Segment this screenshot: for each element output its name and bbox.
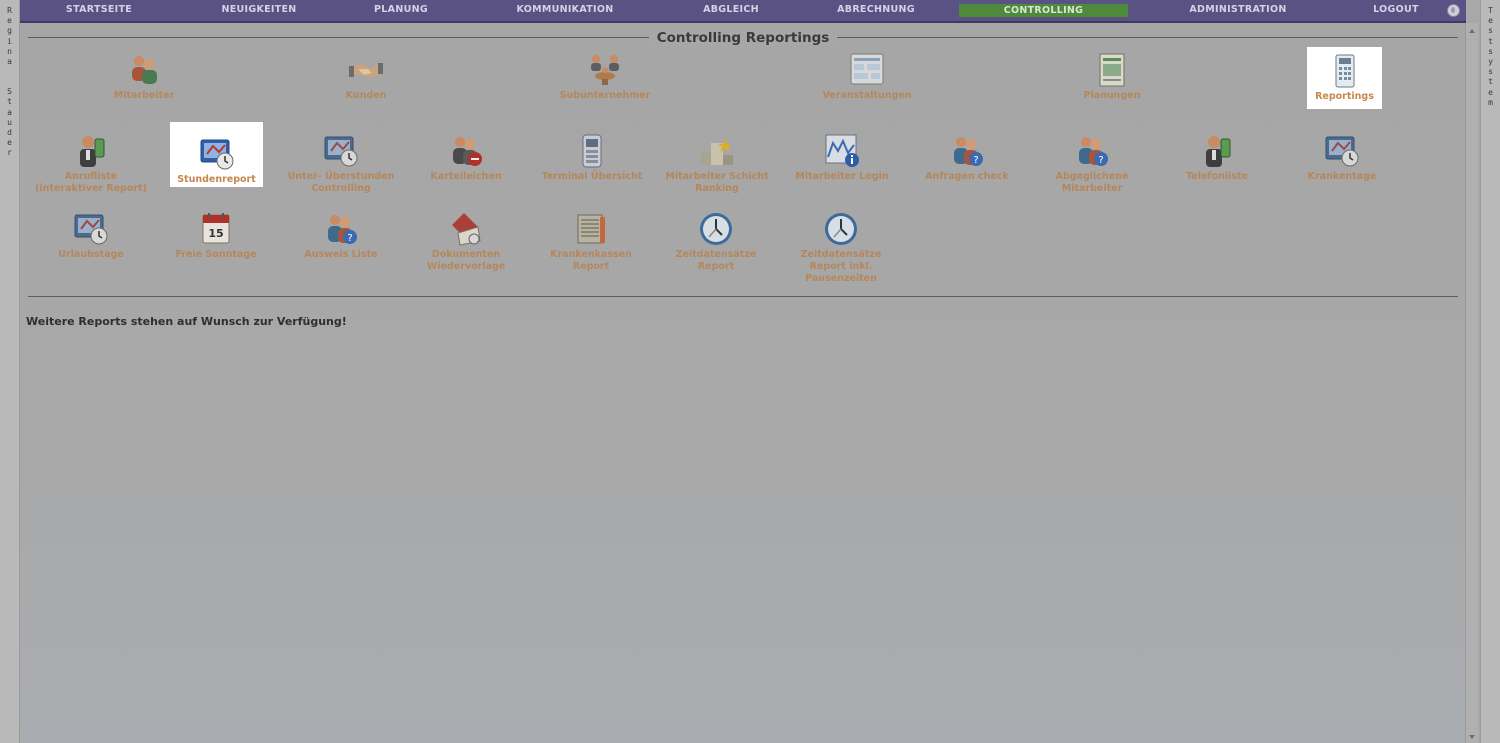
svg-text:?: ? (973, 155, 978, 166)
tile-label: Krankentage (1307, 171, 1377, 182)
tile-label: Anrufliste (interaktiver Report) (35, 171, 147, 194)
terminal-icon (574, 133, 610, 169)
svg-text:?: ? (1098, 155, 1103, 166)
tile-label: Krankenkassen Report (550, 249, 632, 272)
tile-label: Reportings (1315, 91, 1374, 102)
tile-mitarbeiter-login[interactable]: Mitarbeiter Login (792, 133, 892, 183)
monitor-clock-icon (323, 133, 359, 169)
svg-text:15: 15 (208, 227, 223, 240)
tile-mitarbeiter-schicht-ranking[interactable]: Mitarbeiter Schicht Ranking (660, 133, 774, 195)
users-icon (126, 52, 162, 88)
tile-kunden[interactable]: Kunden (321, 52, 411, 102)
monitor-clock-icon (1324, 133, 1360, 169)
tile-anrufliste[interactable]: Anrufliste (interaktiver Report) (32, 133, 150, 195)
section-divider (28, 296, 1458, 297)
nav-abgleich[interactable]: ABGLEICH (681, 3, 781, 17)
scroll-down-icon[interactable] (1469, 735, 1475, 739)
page-title: Controlling Reportings (20, 30, 1466, 46)
tile-label: Stundenreport (177, 174, 256, 185)
nav-administration[interactable]: ADMINISTRATION (1178, 3, 1298, 17)
network-users-icon (587, 52, 623, 88)
nav-abrechnung[interactable]: ABRECHNUNG (826, 3, 926, 17)
tile-label: Freie Sonntage (175, 249, 257, 260)
tile-label: Kunden (345, 90, 387, 101)
users-question-icon: ? (1074, 133, 1110, 169)
vertical-scrollbar[interactable] (1465, 23, 1478, 743)
tile-krankenkassen-report[interactable]: Krankenkassen Report (541, 211, 641, 273)
clock-icon (823, 211, 859, 247)
tile-label: Dokumenten Wiedervorlage (426, 249, 506, 272)
tile-ausweis-liste[interactable]: ? Ausweis Liste (291, 211, 391, 261)
calculator-icon (1327, 53, 1363, 89)
tile-label: Karteileichen (430, 171, 502, 182)
ranking-star-icon (699, 133, 735, 169)
book-stack-icon (573, 211, 609, 247)
tile-label: Mitarbeiter (113, 90, 175, 101)
users-blocked-icon (448, 133, 484, 169)
tile-label: Terminal Übersicht (541, 171, 643, 182)
tile-unter-ueberstunden[interactable]: Unter- Überstunden Controlling (286, 133, 396, 195)
tile-label: Zeitdatensätze Report inkl. Pausenzeiten (800, 249, 882, 284)
globe-icon[interactable] (1447, 4, 1460, 17)
tile-freie-sonntage[interactable]: 15 Freie Sonntage (166, 211, 266, 261)
tile-telefonliste[interactable]: Telefonliste (1167, 133, 1267, 183)
environment-strip: Testsystem (1480, 0, 1500, 743)
tile-label: Mitarbeiter Login (795, 171, 889, 182)
tile-label: Veranstaltungen (822, 90, 912, 101)
nav-kommunikation[interactable]: KOMMUNIKATION (500, 3, 630, 17)
user-name-strip: Regina Stauder (0, 0, 20, 743)
main-content: STARTSEITE NEUIGKEITEN PLANUNG KOMMUNIKA… (20, 0, 1466, 743)
tile-stundenreport[interactable]: Stundenreport (170, 122, 263, 187)
tile-label: Anfragen check (925, 171, 1009, 182)
tile-terminal-uebersicht[interactable]: Terminal Übersicht (538, 133, 646, 183)
monitor-clock-icon (199, 136, 235, 172)
tile-mitarbeiter[interactable]: Mitarbeiter (99, 52, 189, 102)
chart-info-icon (824, 133, 860, 169)
planning-document-icon (1094, 52, 1130, 88)
tile-label: Subunternehmer (559, 90, 651, 101)
phone-man-icon (1199, 133, 1235, 169)
schedule-board-icon (849, 52, 885, 88)
monitor-clock-icon (73, 211, 109, 247)
tile-label: Telefonliste (1186, 171, 1248, 182)
svg-text:?: ? (347, 233, 352, 244)
tile-anfragen-check[interactable]: ? Anfragen check (917, 133, 1017, 183)
tile-label: Unter- Überstunden Controlling (287, 171, 395, 194)
page-title-text: Controlling Reportings (648, 30, 838, 46)
tile-label: Planungen (1083, 90, 1141, 101)
nav-planung[interactable]: PLANUNG (351, 3, 451, 17)
tile-label: Urlaubstage (58, 249, 124, 260)
calendar-15-icon: 15 (198, 211, 234, 247)
top-navigation: STARTSEITE NEUIGKEITEN PLANUNG KOMMUNIKA… (20, 0, 1466, 23)
tile-label: Mitarbeiter Schicht Ranking (665, 171, 769, 194)
environment-label: Testsystem (1488, 6, 1493, 107)
nav-controlling[interactable]: CONTROLLING (959, 4, 1128, 17)
scroll-up-icon[interactable] (1469, 29, 1475, 33)
tile-zeitdatensaetze-pausenzeiten[interactable]: Zeitdatensätze Report inkl. Pausenzeiten (791, 211, 891, 285)
tile-label: Zeitdatensätze Report (675, 249, 757, 272)
document-stack-icon (448, 211, 484, 247)
clock-icon (698, 211, 734, 247)
tile-urlaubstage[interactable]: Urlaubstage (41, 211, 141, 261)
tile-planungen[interactable]: Planungen (1077, 52, 1147, 102)
nav-startseite[interactable]: STARTSEITE (49, 3, 149, 17)
tile-zeitdatensaetze-report[interactable]: Zeitdatensätze Report (666, 211, 766, 273)
tile-abgeglichene-mitarbeiter[interactable]: ? Abgeglichene Mitarbeiter (1042, 133, 1142, 195)
users-question-icon: ? (323, 211, 359, 247)
tile-subunternehmer[interactable]: Subunternehmer (555, 52, 655, 102)
tile-krankentage[interactable]: Krankentage (1292, 133, 1392, 183)
tile-label: Abgeglichene Mitarbeiter (1055, 171, 1129, 194)
tile-label: Ausweis Liste (304, 249, 378, 260)
footer-note: Weitere Reports stehen auf Wunsch zur Ve… (26, 315, 347, 328)
tile-reportings[interactable]: Reportings (1307, 47, 1382, 109)
nav-neuigkeiten[interactable]: NEUIGKEITEN (209, 3, 309, 17)
users-question-icon: ? (949, 133, 985, 169)
handshake-icon (348, 52, 384, 88)
tile-veranstaltungen[interactable]: Veranstaltungen (817, 52, 917, 102)
nav-logout[interactable]: LOGOUT (1356, 3, 1436, 17)
user-name: Regina Stauder (7, 6, 12, 158)
phone-man-icon (73, 133, 109, 169)
tile-karteileichen[interactable]: Karteileichen (416, 133, 516, 183)
tile-dokumenten-wiedervorlage[interactable]: Dokumenten Wiedervorlage (416, 211, 516, 273)
